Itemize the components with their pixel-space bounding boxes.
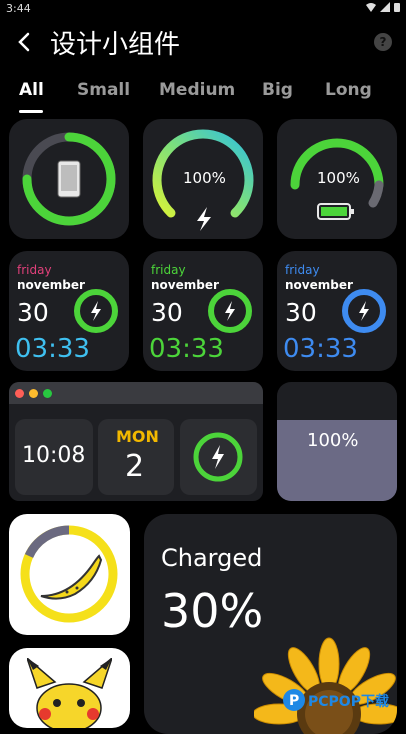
wifi-icon	[366, 3, 376, 12]
widget-pikachu[interactable]	[9, 648, 130, 728]
clock-time: 10:08	[22, 443, 86, 468]
svg-text:P: P	[289, 693, 299, 709]
tab-medium[interactable]: Medium	[159, 80, 235, 100]
page-title: 设计小组件	[50, 30, 181, 60]
tab-active-indicator	[19, 110, 43, 113]
tab-small[interactable]: Small	[77, 80, 130, 100]
widget-date-green[interactable]: friday november 30 03:33	[143, 251, 263, 371]
lightning-icon	[225, 301, 235, 321]
widget-gradient-ring[interactable]: 100%	[143, 119, 263, 239]
watermark-logo: P PCPOP下载	[282, 686, 406, 716]
tab-all[interactable]: All	[19, 80, 44, 100]
lightning-icon	[197, 207, 211, 231]
date1-weekday: friday	[17, 263, 52, 277]
lightning-icon	[91, 301, 101, 321]
banana-icon	[40, 554, 103, 600]
sunflower-icon	[254, 637, 397, 734]
battery-tile	[180, 419, 257, 495]
close-dot	[15, 389, 24, 398]
status-icons	[366, 2, 400, 12]
date2-weekday: friday	[151, 263, 186, 277]
ring3-percent: 100%	[317, 169, 360, 187]
maximize-dot	[43, 389, 52, 398]
tab-big[interactable]: Big	[262, 80, 293, 100]
tall-percent: 100%	[307, 430, 359, 451]
signal-icon	[380, 2, 390, 12]
date1-ring	[74, 289, 118, 333]
pikachu-icon	[27, 658, 112, 728]
widget-banana[interactable]	[9, 514, 130, 635]
ring2-percent: 100%	[183, 169, 226, 187]
battery-tile-ring	[193, 432, 243, 482]
watermark-p-icon: P	[283, 689, 305, 711]
minimize-dot	[29, 389, 38, 398]
help-button[interactable]: ?	[374, 33, 392, 51]
widget-medium-desktop[interactable]: 10:08 MON 2	[9, 382, 263, 501]
widget-battery-ring[interactable]: 100%	[277, 119, 397, 239]
lightning-icon	[359, 301, 369, 321]
date2-time: 03:33	[149, 334, 224, 364]
lightning-icon	[212, 445, 224, 469]
date3-ring	[342, 289, 386, 333]
widget-date-pink[interactable]: friday november 30 03:33	[9, 251, 129, 371]
date3-day: 30	[285, 298, 317, 327]
back-arrow-icon[interactable]	[14, 28, 36, 56]
widget-phone-ring[interactable]	[9, 119, 129, 239]
date1-day: 30	[17, 298, 49, 327]
calendar-month: MON	[116, 427, 159, 446]
tab-long[interactable]: Long	[325, 80, 372, 100]
date2-ring	[208, 289, 252, 333]
tab-bar: All Small Medium Big Long	[0, 78, 406, 114]
status-time: 3:44	[6, 2, 31, 15]
date2-day: 30	[151, 298, 183, 327]
big-title: Charged	[161, 544, 263, 572]
watermark-text: PCPOP下载	[308, 694, 389, 710]
status-bar: 3:44	[0, 0, 406, 16]
date3-time: 03:33	[283, 334, 358, 364]
big-percent: 30%	[161, 584, 264, 638]
widget-tall-fill[interactable]: 100%	[277, 382, 397, 501]
calendar-tile: MON 2	[98, 419, 174, 495]
calendar-day: 2	[125, 449, 145, 484]
date3-weekday: friday	[285, 263, 320, 277]
clock-tile: 10:08	[15, 419, 93, 495]
battery-icon	[394, 3, 400, 12]
date1-time: 03:33	[15, 334, 90, 364]
widget-date-blue[interactable]: friday november 30 03:33	[277, 251, 397, 371]
phone-icon	[57, 160, 81, 198]
